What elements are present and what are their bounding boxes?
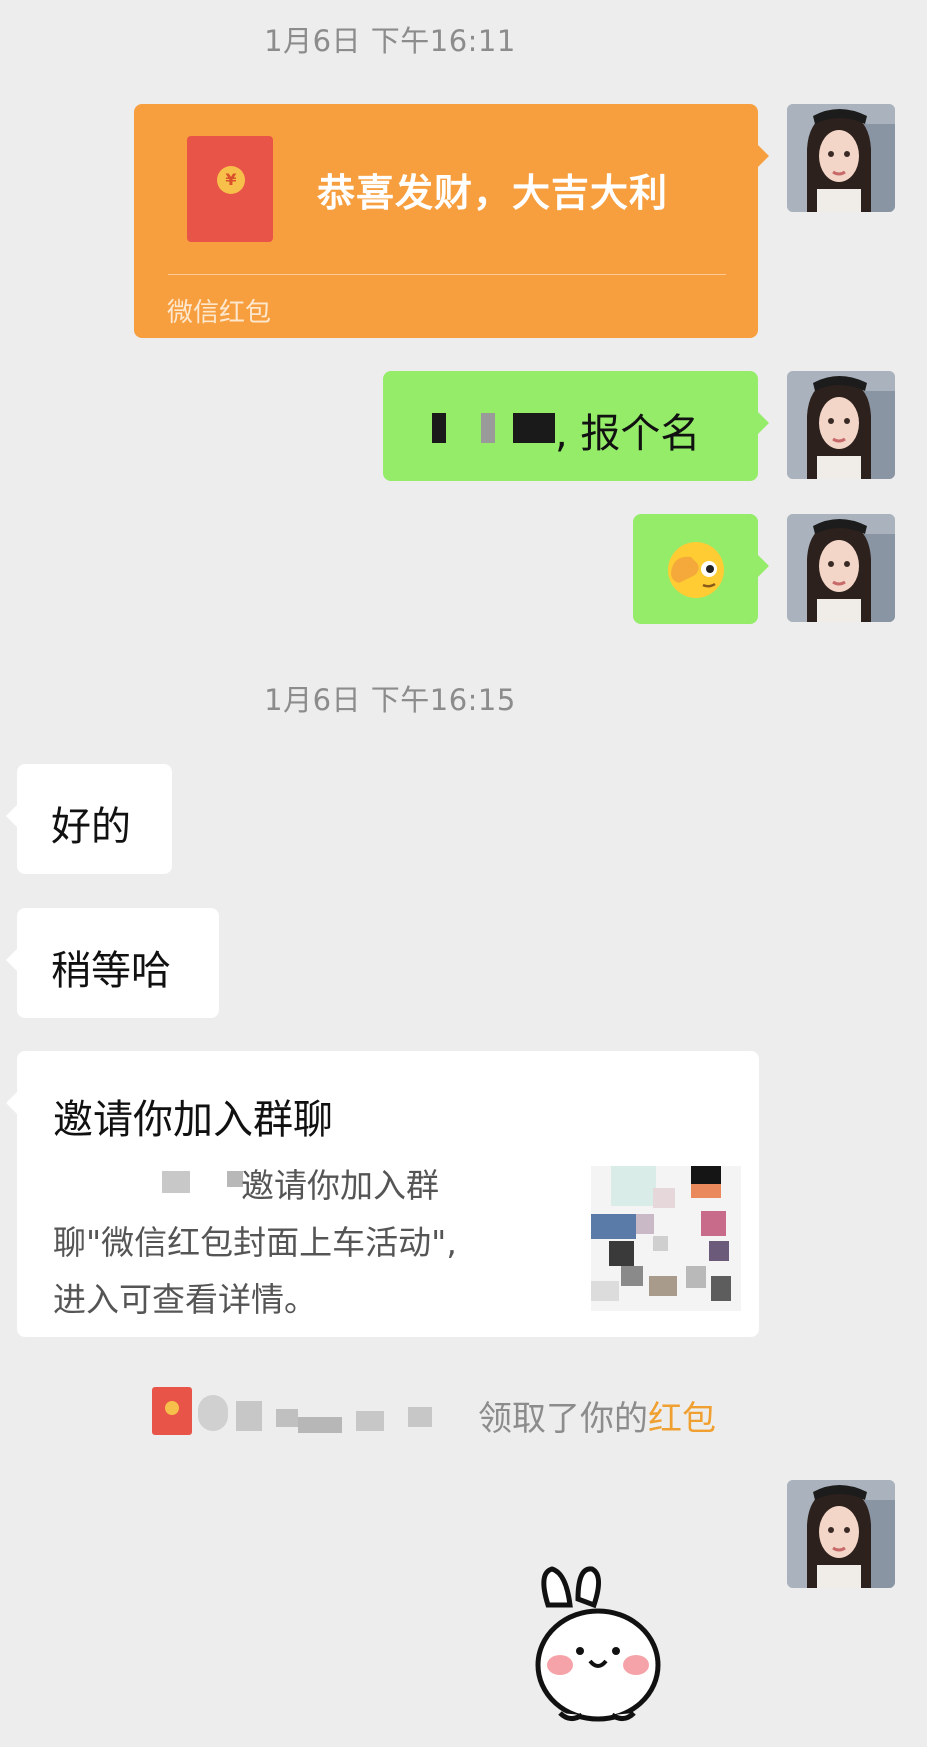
- redacted-block: [198, 1395, 228, 1431]
- avatar[interactable]: [787, 1480, 895, 1588]
- sent-emoji-message[interactable]: [633, 514, 769, 624]
- redacted-block: [356, 1411, 384, 1431]
- bunny-sticker-icon[interactable]: [520, 1565, 670, 1725]
- redacted-block: [408, 1407, 432, 1427]
- red-packet-icon: ¥: [187, 136, 273, 242]
- message-text: , 报个名: [555, 411, 701, 457]
- invite-line: 进入可查看详情。: [53, 1280, 317, 1319]
- system-notice-text: 领取了你的红包: [478, 1391, 716, 1440]
- redacted-block: [481, 413, 495, 443]
- sent-message[interactable]: , 报个名: [383, 371, 769, 481]
- red-packet-message[interactable]: ¥ 恭喜发财，大吉大利 微信红包: [134, 104, 769, 338]
- group-thumbnail-icon: [591, 1166, 741, 1311]
- coin-icon: ¥: [217, 166, 245, 194]
- message-text: 好的: [51, 804, 131, 850]
- avatar[interactable]: [787, 514, 895, 622]
- redacted-block: [236, 1401, 262, 1431]
- redacted-block: [513, 413, 555, 443]
- received-message[interactable]: 稍等哈: [6, 908, 219, 1018]
- invite-title: 邀请你加入群聊: [53, 1097, 333, 1143]
- invite-description: 邀请你加入群 聊"微信红包封面上车活动", 进入可查看详情。: [53, 1157, 523, 1328]
- avatar[interactable]: [787, 104, 895, 212]
- avatar[interactable]: [787, 371, 895, 479]
- divider: [168, 274, 726, 275]
- timestamp: 1月6日 下午16:11: [264, 24, 516, 58]
- redacted-block: [276, 1409, 298, 1427]
- invite-line: 邀请你加入群: [241, 1166, 439, 1205]
- system-notice-prefix: 领取了你的: [478, 1399, 648, 1439]
- redacted-block: [432, 413, 446, 443]
- red-packet-label: 微信红包: [167, 298, 272, 328]
- facepalm-emoji-icon: [668, 542, 724, 598]
- message-text: 稍等哈: [51, 948, 171, 994]
- group-invite-card[interactable]: 邀请你加入群聊 邀请你加入群 聊"微信红包封面上车活动", 进入可查看详情。: [6, 1051, 759, 1337]
- invite-line: 聊"微信红包封面上车活动",: [53, 1223, 457, 1262]
- timestamp: 1月6日 下午16:15: [264, 683, 516, 717]
- system-notice: 领取了你的红包: [148, 1383, 748, 1439]
- red-packet-greeting: 恭喜发财，大吉大利: [317, 171, 669, 215]
- received-message[interactable]: 好的: [6, 764, 172, 874]
- red-packet-icon: [152, 1387, 192, 1435]
- redacted-block: [298, 1417, 342, 1433]
- red-packet-link[interactable]: 红包: [648, 1399, 716, 1439]
